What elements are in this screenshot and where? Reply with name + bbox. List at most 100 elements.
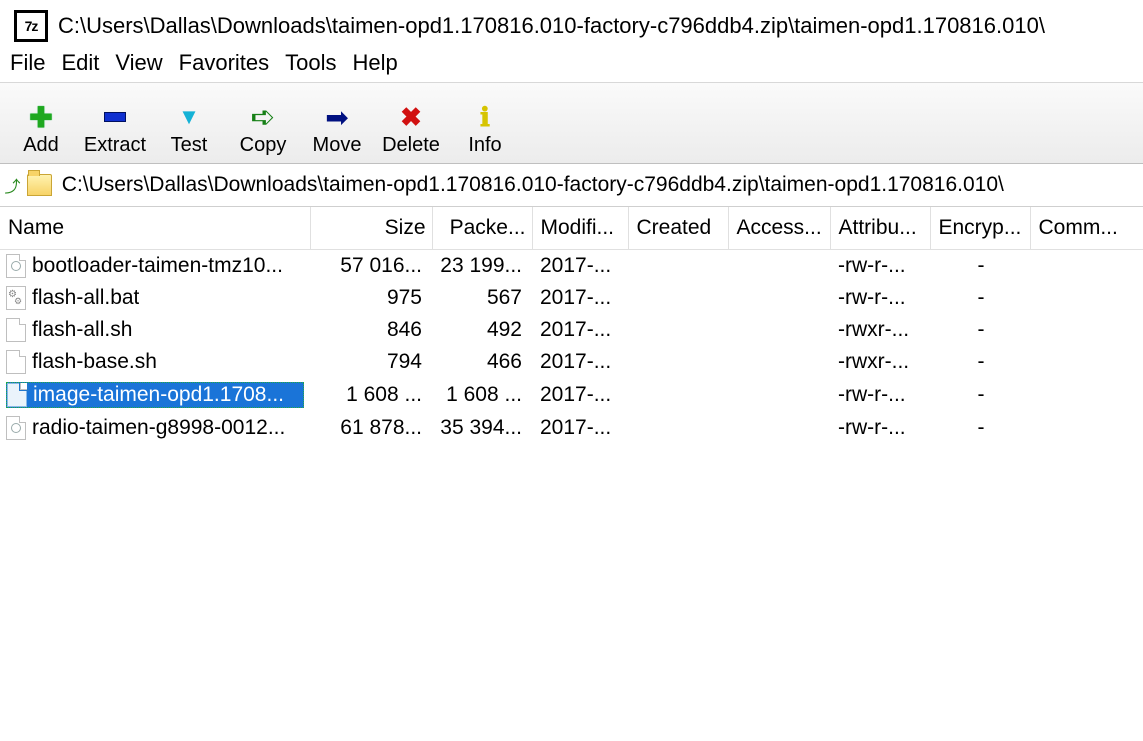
move-arrow-icon — [325, 102, 348, 132]
up-one-level-icon[interactable] — [4, 173, 21, 197]
cell-created — [628, 346, 728, 378]
delete-x-icon — [400, 102, 422, 132]
cell-packed: 23 199... — [432, 250, 532, 283]
menu-favorites[interactable]: Favorites — [177, 50, 271, 76]
cell-size: 61 878... — [310, 412, 432, 444]
column-headers: Name Size Packe... Modifi... Created Acc… — [0, 207, 1143, 250]
file-name: image-taimen-opd1.1708... — [33, 383, 284, 407]
cell-created — [628, 378, 728, 412]
folder-icon — [27, 174, 52, 196]
col-modified[interactable]: Modifi... — [532, 207, 628, 250]
file-name: bootloader-taimen-tmz10... — [32, 254, 283, 278]
file-name: flash-base.sh — [32, 350, 157, 374]
cell-enc: - — [930, 346, 1030, 378]
file-name: flash-all.sh — [32, 318, 132, 342]
cell-comm — [1030, 412, 1143, 444]
plus-icon — [29, 102, 52, 132]
cell-accessed — [728, 346, 830, 378]
file-type-icon — [6, 350, 26, 374]
file-list[interactable]: Name Size Packe... Modifi... Created Acc… — [0, 207, 1143, 741]
menu-edit[interactable]: Edit — [59, 50, 101, 76]
move-label: Move — [313, 134, 362, 157]
cell-created — [628, 314, 728, 346]
file-type-icon — [7, 383, 27, 407]
cell-attr: -rwxr-... — [830, 314, 930, 346]
cell-modified: 2017-... — [532, 412, 628, 444]
col-name[interactable]: Name — [0, 207, 310, 250]
cell-attr: -rw-r-... — [830, 282, 930, 314]
info-icon — [480, 102, 490, 132]
cell-modified: 2017-... — [532, 282, 628, 314]
app-icon: 7z — [14, 10, 48, 42]
cell-attr: -rw-r-... — [830, 250, 930, 283]
cell-enc: - — [930, 282, 1030, 314]
test-button[interactable]: Test — [154, 87, 224, 157]
add-label: Add — [23, 134, 59, 157]
delete-label: Delete — [382, 134, 440, 157]
extract-button[interactable]: Extract — [80, 87, 150, 157]
copy-button[interactable]: Copy — [228, 87, 298, 157]
minus-icon — [104, 102, 126, 132]
col-encrypted[interactable]: Encryp... — [930, 207, 1030, 250]
cell-accessed — [728, 250, 830, 283]
test-label: Test — [171, 134, 208, 157]
file-type-icon — [6, 254, 26, 278]
cell-accessed — [728, 412, 830, 444]
copy-arrow-icon — [250, 102, 275, 132]
cell-packed: 35 394... — [432, 412, 532, 444]
cell-packed: 492 — [432, 314, 532, 346]
cell-accessed — [728, 282, 830, 314]
col-comment[interactable]: Comm... — [1030, 207, 1143, 250]
cell-comm — [1030, 250, 1143, 283]
cell-comm — [1030, 346, 1143, 378]
cell-packed: 466 — [432, 346, 532, 378]
cell-enc: - — [930, 250, 1030, 283]
col-attributes[interactable]: Attribu... — [830, 207, 930, 250]
cell-attr: -rw-r-... — [830, 412, 930, 444]
path-bar — [0, 164, 1143, 207]
delete-button[interactable]: Delete — [376, 87, 446, 157]
copy-label: Copy — [240, 134, 287, 157]
table-row[interactable]: flash-base.sh7944662017-...-rwxr-...- — [0, 346, 1143, 378]
menu-file[interactable]: File — [8, 50, 47, 76]
menu-tools[interactable]: Tools — [283, 50, 338, 76]
col-size[interactable]: Size — [310, 207, 432, 250]
cell-created — [628, 282, 728, 314]
cell-size: 57 016... — [310, 250, 432, 283]
table-row[interactable]: flash-all.bat9755672017-...-rw-r-...- — [0, 282, 1143, 314]
info-label: Info — [468, 134, 501, 157]
check-icon — [178, 102, 200, 132]
table-row[interactable]: radio-taimen-g8998-0012... 61 878...35 39… — [0, 412, 1143, 444]
menu-view[interactable]: View — [113, 50, 164, 76]
menu-help[interactable]: Help — [351, 50, 400, 76]
toolbar: Add Extract Test Copy Move Delete Info — [0, 82, 1143, 164]
cell-accessed — [728, 378, 830, 412]
cell-modified: 2017-... — [532, 250, 628, 283]
table-row[interactable]: flash-all.sh8464922017-...-rwxr-...- — [0, 314, 1143, 346]
col-packed[interactable]: Packe... — [432, 207, 532, 250]
window-title: C:\Users\Dallas\Downloads\taimen-opd1.17… — [58, 13, 1045, 39]
cell-size: 975 — [310, 282, 432, 314]
file-name: radio-taimen-g8998-0012... — [32, 416, 285, 440]
cell-comm — [1030, 378, 1143, 412]
add-button[interactable]: Add — [6, 87, 76, 157]
cell-modified: 2017-... — [532, 314, 628, 346]
cell-size: 846 — [310, 314, 432, 346]
col-created[interactable]: Created — [628, 207, 728, 250]
info-button[interactable]: Info — [450, 87, 520, 157]
cell-attr: -rw-r-... — [830, 378, 930, 412]
cell-created — [628, 250, 728, 283]
cell-modified: 2017-... — [532, 378, 628, 412]
path-input[interactable] — [60, 172, 1139, 198]
cell-packed: 1 608 ... — [432, 378, 532, 412]
table-row[interactable]: image-taimen-opd1.1708... 1 608 ...1 608 … — [0, 378, 1143, 412]
table-row[interactable]: bootloader-taimen-tmz10... 57 016...23 19… — [0, 250, 1143, 283]
file-name: flash-all.bat — [32, 286, 139, 310]
col-accessed[interactable]: Access... — [728, 207, 830, 250]
cell-attr: -rwxr-... — [830, 346, 930, 378]
title-bar: 7z C:\Users\Dallas\Downloads\taimen-opd1… — [0, 0, 1143, 46]
cell-modified: 2017-... — [532, 346, 628, 378]
cell-size: 1 608 ... — [310, 378, 432, 412]
file-type-icon — [6, 318, 26, 342]
move-button[interactable]: Move — [302, 87, 372, 157]
